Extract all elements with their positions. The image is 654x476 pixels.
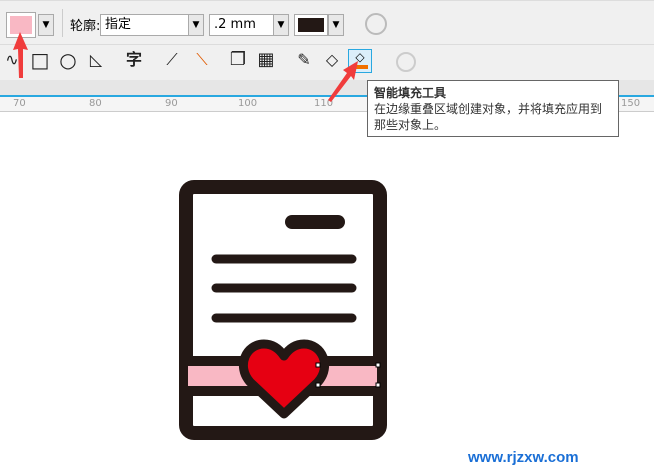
canvas-drawing[interactable] — [0, 0, 654, 476]
tooltip-title: 智能填充工具 — [374, 86, 447, 100]
red-arrow-annotation — [13, 32, 358, 102]
watermark: www.rjzxw.com — [468, 449, 579, 466]
tooltip: 智能填充工具 在边缘重叠区域创建对象，并将填充应用到那些对象上。 — [367, 80, 619, 137]
tooltip-body: 在边缘重叠区域创建对象，并将填充应用到那些对象上。 — [374, 102, 603, 132]
